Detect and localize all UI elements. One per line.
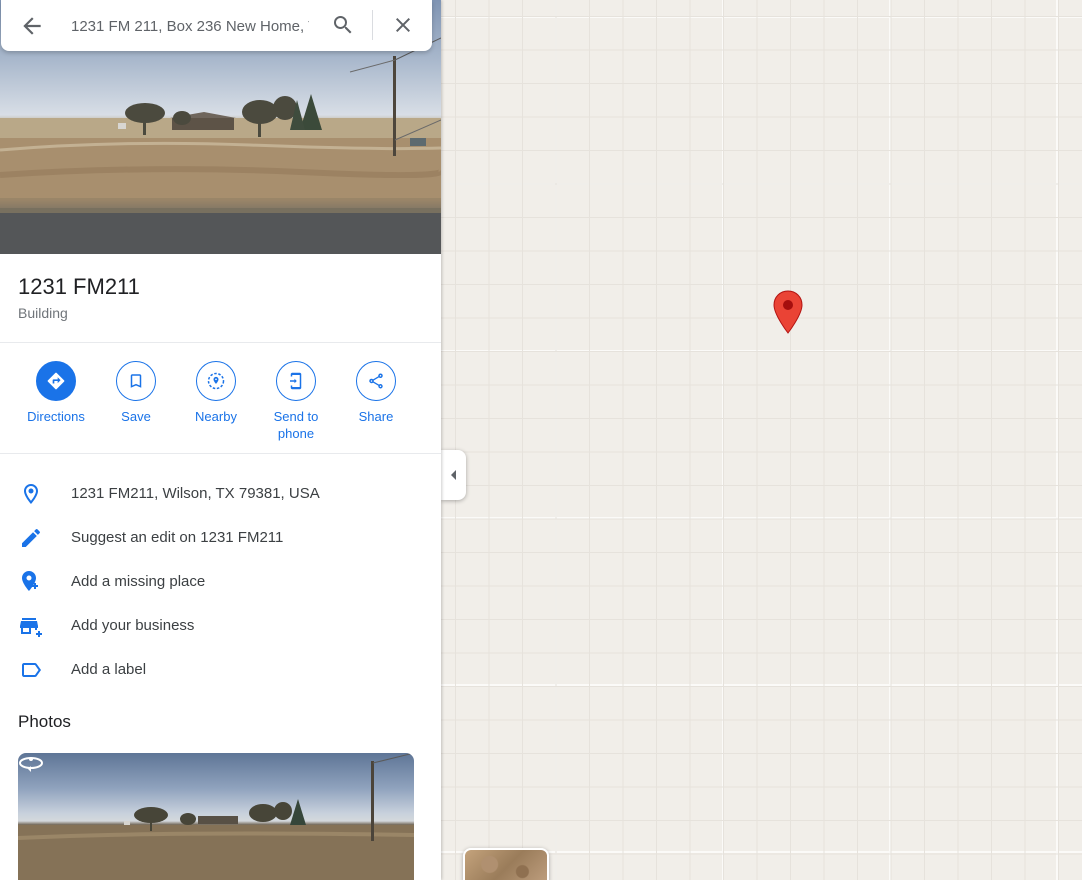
share-button[interactable]: Share (336, 361, 416, 425)
share-icon (369, 373, 383, 389)
action-buttons: Directions Save Nearby Send to phone Sha… (16, 361, 416, 441)
directions-icon (47, 372, 65, 390)
save-button[interactable]: Save (96, 361, 176, 425)
directions-circle (36, 361, 76, 401)
place-category[interactable]: Building (18, 305, 68, 321)
add-missing-place-row[interactable]: Add a missing place (0, 560, 441, 604)
place-panel: 1231 FM211 Building Directions Save (0, 0, 441, 880)
photo-scene (18, 753, 414, 880)
arrow-back-icon[interactable] (19, 13, 45, 39)
add-label-text: Add a label (71, 661, 147, 678)
pencil-icon (22, 528, 41, 547)
save-circle (116, 361, 156, 401)
photo-thumbnail[interactable] (18, 753, 414, 880)
directions-label: Directions (27, 409, 85, 424)
add-business-row[interactable]: Add your business (0, 604, 441, 648)
caret-left-icon (450, 470, 456, 480)
divider (0, 453, 441, 454)
nearby-label: Nearby (195, 409, 237, 424)
send-to-phone-circle (276, 361, 316, 401)
suggest-edit-row[interactable]: Suggest an edit on 1231 FM211 (0, 516, 441, 560)
directions-button[interactable]: Directions (16, 361, 96, 425)
location-pin-outline-icon (24, 484, 38, 504)
add-missing-place-text: Add a missing place (71, 573, 206, 590)
close-icon[interactable] (391, 13, 415, 37)
street-view-360-icon (19, 757, 43, 772)
send-to-phone-icon (290, 372, 302, 390)
location-pin-icon[interactable] (773, 290, 803, 334)
share-label: Share (358, 409, 394, 424)
info-list: 1231 FM211, Wilson, TX 79381, USA Sugges… (0, 472, 441, 692)
nearby-circle (196, 361, 236, 401)
label-icon (22, 663, 41, 677)
collapse-panel-button[interactable] (441, 450, 466, 500)
place-title: 1231 FM211 (18, 274, 140, 299)
add-label-row[interactable]: Add a label (0, 648, 441, 692)
share-circle (356, 361, 396, 401)
search-divider (372, 10, 373, 40)
add-business-icon (20, 618, 42, 637)
add-business-text: Add your business (71, 617, 195, 634)
add-location-icon (22, 571, 38, 591)
divider (0, 342, 441, 343)
send-to-phone-label: Send to phone (273, 409, 319, 441)
send-to-phone-button[interactable]: Send to phone (256, 361, 336, 442)
address-text: 1231 FM211, Wilson, TX 79381, USA (71, 485, 320, 502)
layers-thumbnail[interactable] (463, 848, 549, 880)
save-label: Save (121, 409, 151, 424)
map-canvas[interactable] (441, 0, 1082, 880)
nearby-icon (207, 372, 225, 390)
maps-app: 1231 FM211 Building Directions Save (0, 0, 1082, 880)
search-input[interactable] (71, 12, 309, 40)
nearby-button[interactable]: Nearby (176, 361, 256, 425)
bookmark-icon (130, 374, 142, 388)
suggest-edit-text: Suggest an edit on 1231 FM211 (71, 529, 284, 546)
search-box (1, 0, 432, 51)
photos-heading: Photos (18, 712, 71, 731)
address-row[interactable]: 1231 FM211, Wilson, TX 79381, USA (0, 472, 441, 516)
search-icon[interactable] (331, 13, 355, 37)
